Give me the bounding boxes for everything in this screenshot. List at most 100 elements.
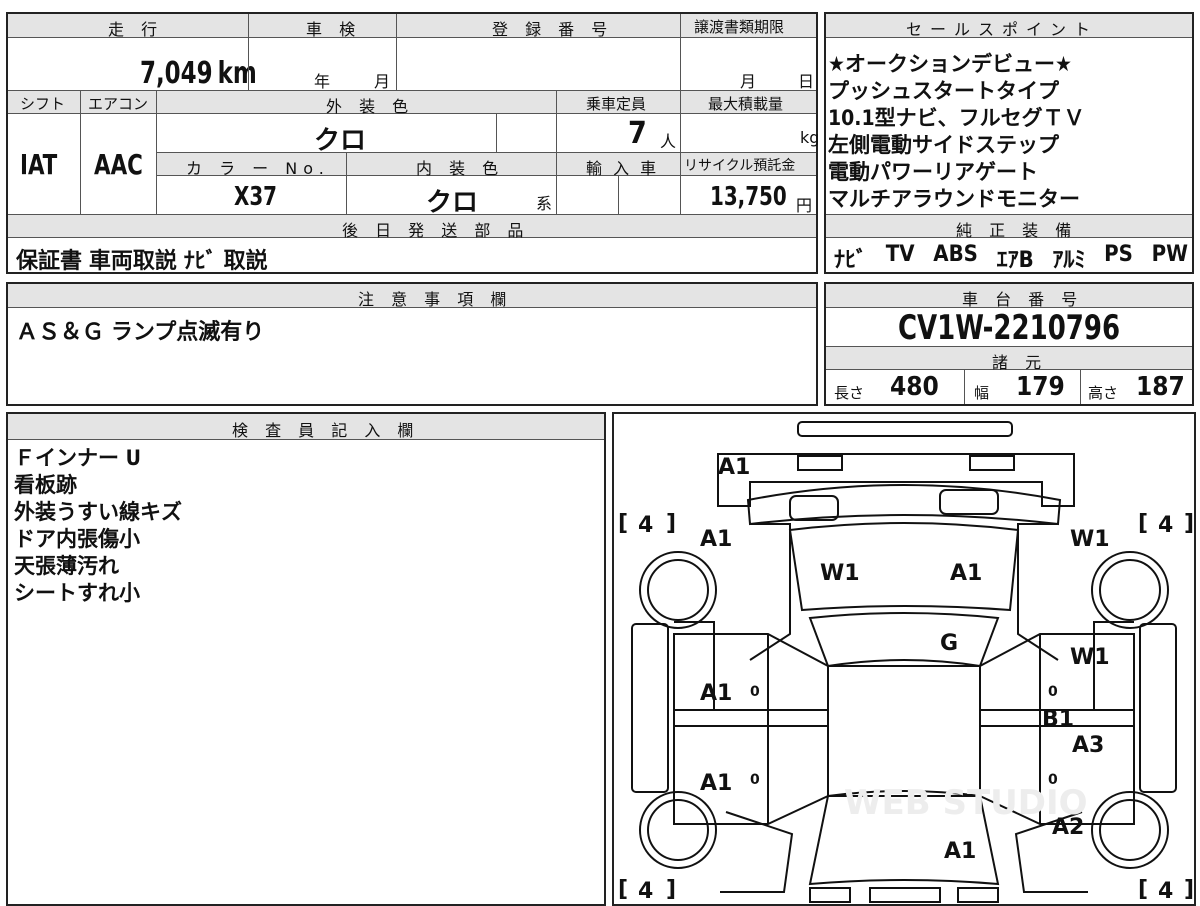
inspector-line-4: ドア内張傷小 xyxy=(14,527,140,551)
inspection-year: 年 xyxy=(314,72,331,91)
recycle-value: 13,750 xyxy=(710,182,787,212)
shift-label: シフト xyxy=(20,95,66,113)
mark-right-front-fender: W1 xyxy=(1070,527,1110,552)
notes-panel: 注 意 事 項 欄 ＡＳ＆Ｇ ランプ点滅有り xyxy=(6,282,818,406)
mark-right-rear-door: A3 xyxy=(1072,733,1104,758)
sales-point-4: 左側電動サイドステップ xyxy=(828,133,1059,157)
mark-left-front-fender: A1 xyxy=(700,527,732,552)
length-label: 長さ xyxy=(834,384,865,402)
svg-text:]: ] xyxy=(666,877,676,902)
sales-point-2: プッシュスタートタイプ xyxy=(828,79,1059,103)
inspector-line-2: 看板跡 xyxy=(14,473,77,497)
mark-right-b-pillar: B1 xyxy=(1042,707,1074,732)
interior-color-suffix: 系 xyxy=(536,194,553,213)
sales-point-3: 10.1型ナビ、フルセグＴＶ xyxy=(828,106,1085,130)
capacity-label: 乗車定員 xyxy=(586,95,647,113)
tire-left-rear-value: 4 xyxy=(638,513,653,538)
capacity-unit: 人 xyxy=(660,132,677,151)
equipment-abs: ABS xyxy=(933,242,978,267)
specs-label: 諸 元 xyxy=(992,353,1048,372)
inspector-line-5: 天張薄汚れ xyxy=(14,554,119,578)
interior-color-label: 内 装 色 xyxy=(416,159,505,178)
equipment-navi: ﾅﾋﾞ xyxy=(834,248,868,273)
equipment-pw: PW xyxy=(1151,242,1188,267)
tire-right-rear-value: 4 xyxy=(1158,513,1173,538)
sales-points-panel: セールスポイント ★オークションデビュー★ プッシュスタートタイプ 10.1型ナ… xyxy=(824,12,1194,274)
car-diagram: [ 4 ] [ 4 ] [ 4 ] [ 4 ] A1 A1 W1 W1 A1 G… xyxy=(618,421,1194,904)
length-value: 480 xyxy=(890,372,939,402)
vehicle-info-table: 走 行 車 検 登 録 番 号 譲渡書類期限 7,049 km 年 月 月 日 シ… xyxy=(6,12,820,274)
inspector-panel: 検 査 員 記 入 欄 Ｆインナー U 看板跡 外装うすい線キズ ドア内張傷小 … xyxy=(6,412,606,906)
shift-value: IAT xyxy=(20,148,58,181)
height-value: 187 xyxy=(1136,372,1185,402)
tire-left-front-value: 4 xyxy=(638,879,653,904)
svg-text:]: ] xyxy=(666,511,676,536)
sales-points-label: セールスポイント xyxy=(906,20,1099,39)
import-label: 輸 入 車 xyxy=(586,159,660,178)
watermark: WEB STUDIO xyxy=(844,783,1088,823)
mileage-unit: km xyxy=(217,56,257,91)
transfer-day: 日 xyxy=(798,72,815,91)
genuine-equipment-list: ﾅﾋﾞ TV ABS ｴｱB ｱﾙﾐ PS PW xyxy=(834,242,1188,274)
equipment-alloy: ｱﾙﾐ xyxy=(1052,248,1086,273)
notes-value: ＡＳ＆Ｇ ランプ点滅有り xyxy=(16,320,265,345)
mark-right-front-door: W1 xyxy=(1070,645,1110,670)
mark-hood-left: W1 xyxy=(820,561,860,586)
svg-text:[: [ xyxy=(618,511,628,536)
mark-left-front-door: A1 xyxy=(700,681,732,706)
recycle-unit: 円 xyxy=(796,196,813,215)
damage-diagram-panel: [ 4 ] [ 4 ] [ 4 ] [ 4 ] A1 A1 W1 W1 A1 G… xyxy=(612,412,1196,906)
color-no-label: カ ラ ー No. xyxy=(186,159,330,178)
width-value: 179 xyxy=(1016,372,1065,402)
inspector-line-6: シートすれ小 xyxy=(14,581,140,605)
mark-roof-rear: A1 xyxy=(944,839,976,864)
svg-text:[: [ xyxy=(1138,511,1148,536)
registration-label: 登 録 番 号 xyxy=(492,20,614,39)
sales-point-1: ★オークションデビュー★ xyxy=(828,52,1072,76)
notes-label: 注 意 事 項 欄 xyxy=(358,290,513,309)
mileage-value: 7,049 km xyxy=(140,56,257,91)
svg-text:[: [ xyxy=(1138,877,1148,902)
svg-text:[: [ xyxy=(618,877,628,902)
mark-left-rear-door: A1 xyxy=(700,771,732,796)
ac-value: AAC xyxy=(94,148,143,181)
equipment-ps: PS xyxy=(1104,242,1133,267)
chassis-label: 車 台 番 号 xyxy=(962,290,1084,309)
max-load-label: 最大積載量 xyxy=(708,95,784,113)
width-label: 幅 xyxy=(974,384,990,402)
later-parts-value: 保証書 車両取説 ﾅﾋﾞ 取説 xyxy=(16,249,268,274)
inspection-month: 月 xyxy=(374,72,391,91)
ac-label: エアコン xyxy=(88,95,149,113)
mark-hood-right: A1 xyxy=(950,561,982,586)
color-no-value: X37 xyxy=(234,182,278,212)
svg-text:]: ] xyxy=(1184,511,1194,536)
height-label: 高さ xyxy=(1088,384,1119,402)
door-zero-2: 0 xyxy=(750,772,760,788)
mileage-label: 走 行 xyxy=(108,20,164,39)
inspection-label: 車 検 xyxy=(306,20,362,39)
equipment-airbag: ｴｱB xyxy=(996,248,1034,273)
door-zero-3: 0 xyxy=(1048,684,1058,700)
inspector-line-1: Ｆインナー U xyxy=(14,446,141,470)
svg-text:]: ] xyxy=(1184,877,1194,902)
recycle-label: リサイクル預託金 xyxy=(684,158,796,174)
exterior-color-label: 外 装 色 xyxy=(326,97,415,116)
tire-right-front-value: 4 xyxy=(1158,879,1173,904)
genuine-equipment-label: 純 正 装 備 xyxy=(956,221,1078,240)
equipment-tv: TV xyxy=(885,242,915,267)
transfer-month: 月 xyxy=(740,72,757,91)
sales-point-5: 電動パワーリアゲート xyxy=(828,160,1038,184)
sales-point-6: マルチアラウンドモニター xyxy=(828,187,1080,211)
transfer-label: 譲渡書類期限 xyxy=(694,18,785,36)
door-zero-1: 0 xyxy=(750,684,760,700)
mileage-number: 7,049 xyxy=(140,56,213,91)
inspector-line-3: 外装うすい線キズ xyxy=(14,500,182,524)
max-load-unit: kg xyxy=(800,128,820,147)
chassis-number: CV1W-2210796 xyxy=(897,308,1121,348)
chassis-panel: 車 台 番 号 CV1W-2210796 諸 元 長さ 480 幅 179 高さ… xyxy=(824,282,1194,406)
mark-windshield: G xyxy=(940,631,958,656)
mark-rear-top: A1 xyxy=(718,455,750,480)
later-parts-label: 後 日 発 送 部 品 xyxy=(342,221,530,240)
inspector-label: 検 査 員 記 入 欄 xyxy=(232,421,420,440)
capacity-value: 7 xyxy=(628,116,647,151)
